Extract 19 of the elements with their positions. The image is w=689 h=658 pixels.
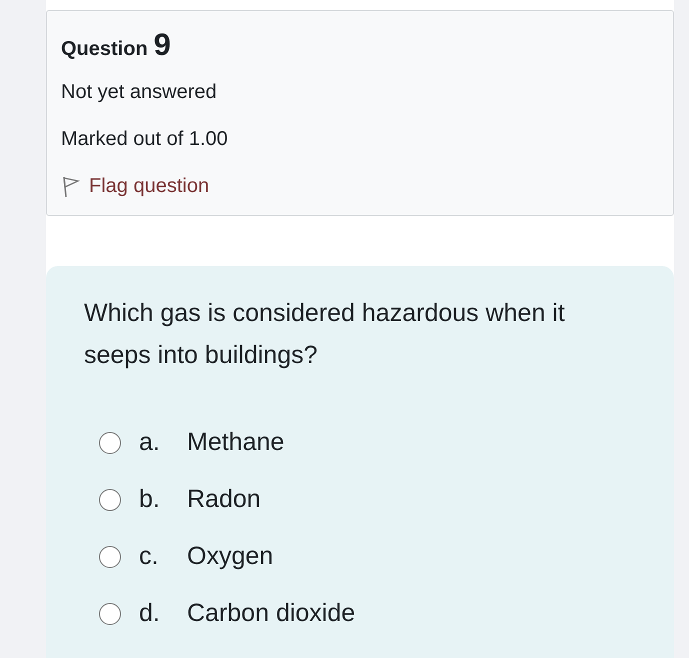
- option-letter: b.: [139, 485, 161, 514]
- grade-info: Marked out of 1.00: [61, 128, 229, 151]
- option-letter: d.: [139, 599, 161, 628]
- option-label[interactable]: Carbon dioxide: [187, 599, 356, 628]
- radio-button[interactable]: [99, 546, 121, 568]
- question-label: Question: [61, 38, 148, 61]
- radio-button[interactable]: [99, 602, 121, 624]
- answer-status: Not yet answered: [61, 81, 218, 104]
- flag-icon: [61, 176, 81, 198]
- question-text: Which gas is considered hazardous when it seeps into buildings?: [84, 298, 566, 371]
- option-label[interactable]: Radon: [187, 485, 261, 514]
- question-number: 9: [154, 27, 171, 63]
- option-label[interactable]: Methane: [187, 428, 284, 457]
- radio-button[interactable]: [99, 488, 121, 510]
- option-letter: c.: [139, 542, 160, 571]
- flag-question-link[interactable]: Flag question: [61, 175, 659, 198]
- option-label[interactable]: Oxygen: [187, 542, 274, 571]
- option-letter: a.: [139, 428, 161, 457]
- radio-button[interactable]: [99, 432, 121, 454]
